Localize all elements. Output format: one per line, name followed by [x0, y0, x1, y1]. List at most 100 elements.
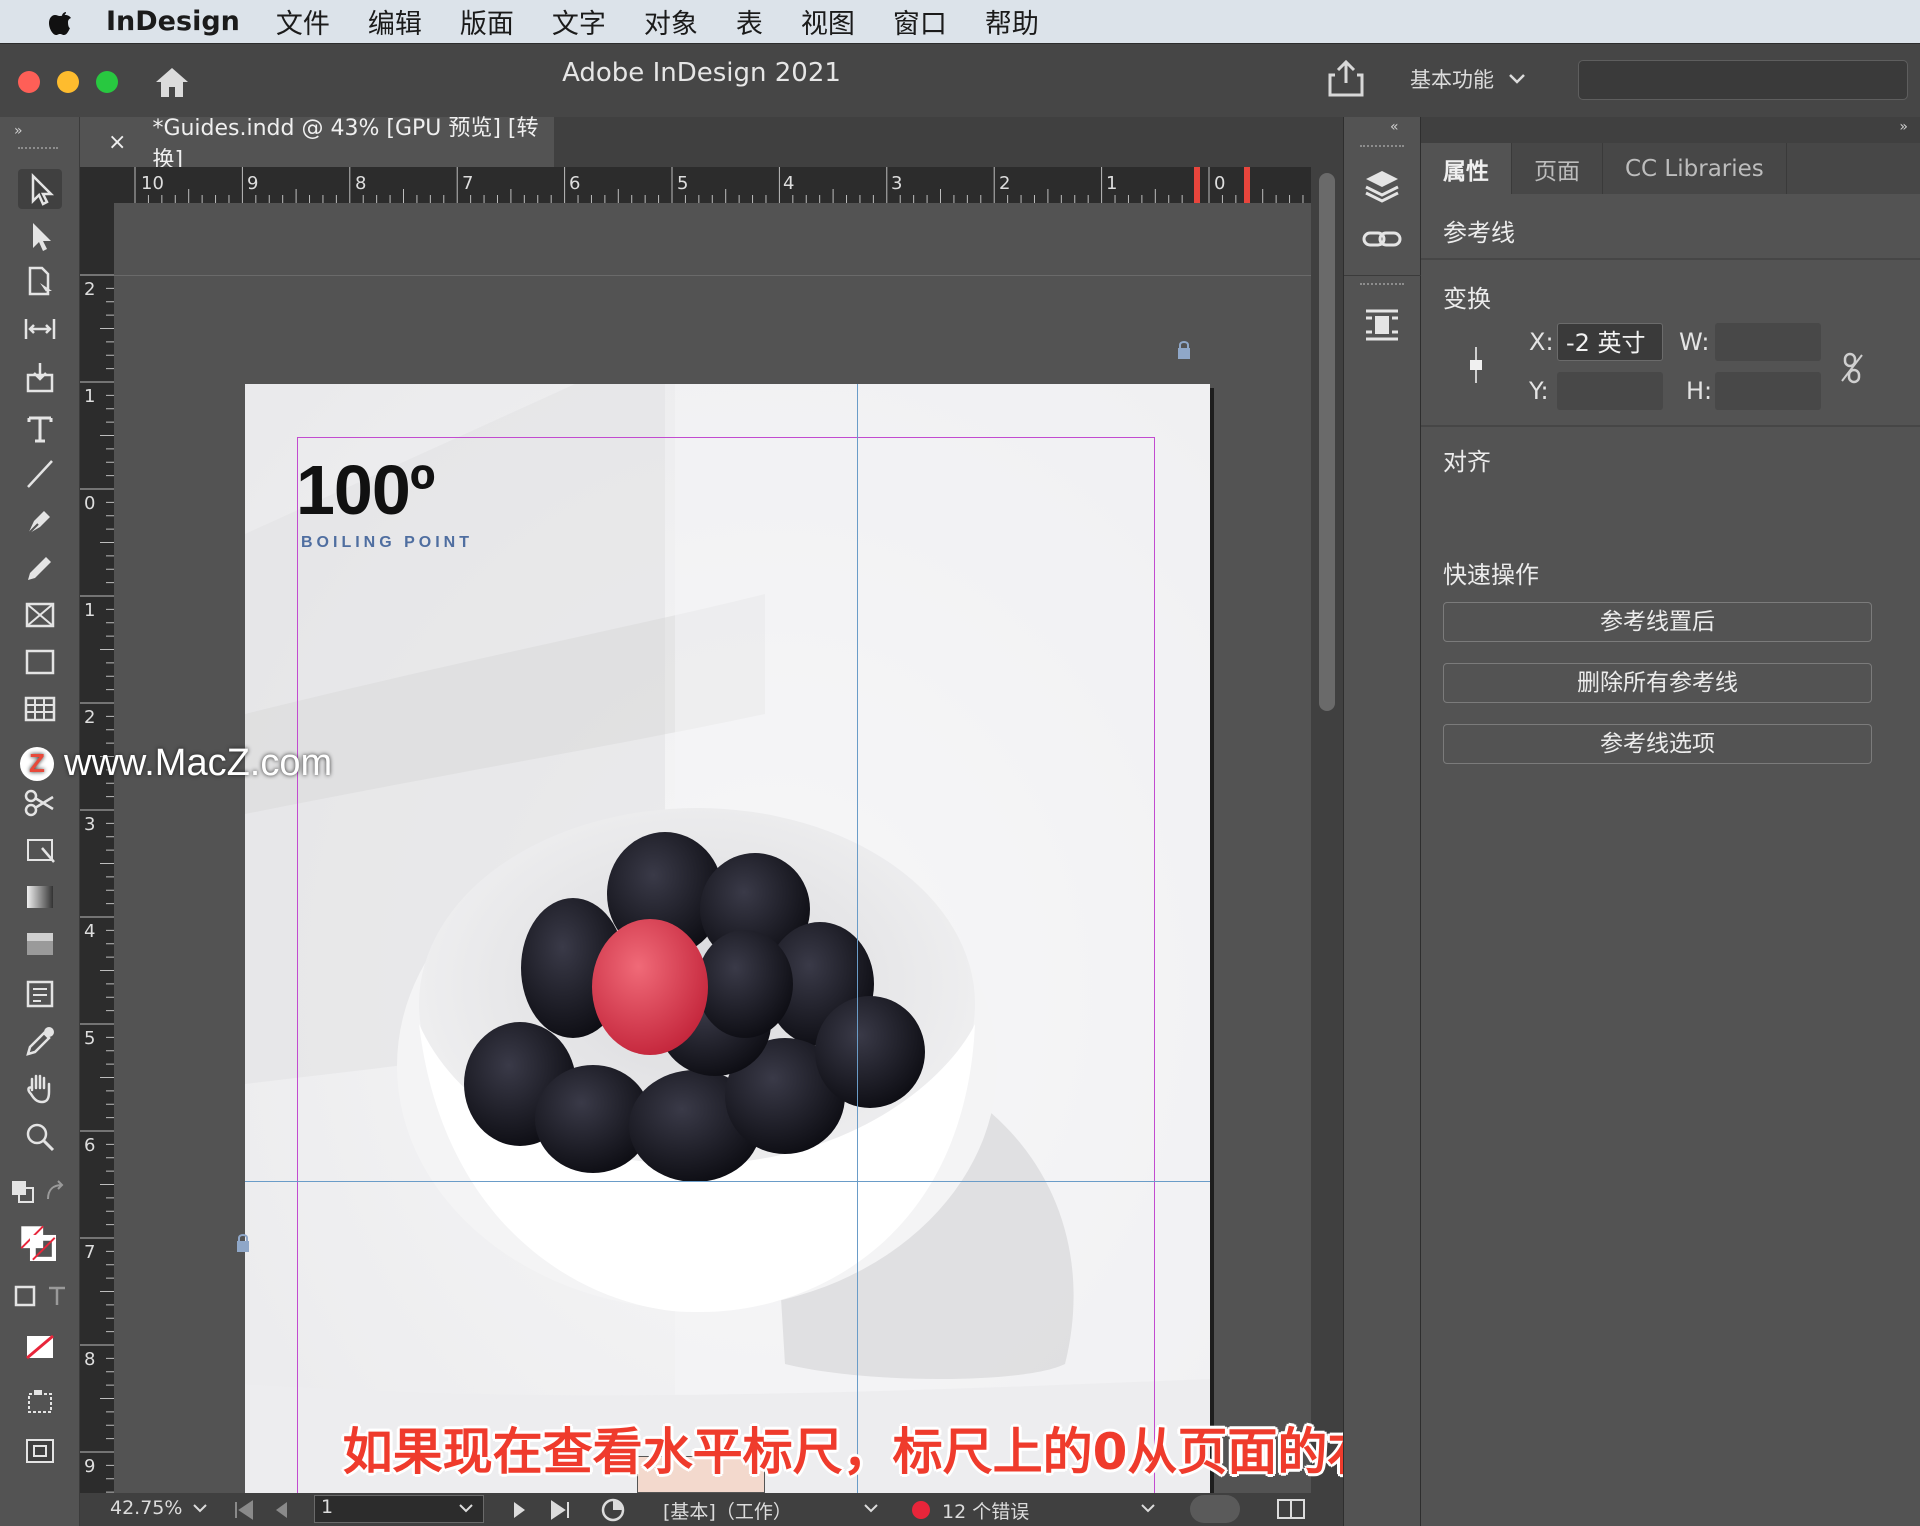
preflight-errors[interactable]: 12 个错误	[942, 1497, 1029, 1524]
menu-type[interactable]: 文字	[552, 2, 606, 41]
rectangle-tool-icon[interactable]	[18, 642, 62, 682]
menu-help[interactable]: 帮助	[985, 2, 1039, 41]
eyedropper-tool-icon[interactable]	[18, 1021, 62, 1061]
ruler-label: 3	[891, 173, 903, 194]
collapse-panel-icon[interactable]: »	[1899, 119, 1908, 135]
text-wrap-icon[interactable]	[1360, 303, 1404, 347]
type-tool-icon[interactable]	[18, 408, 62, 448]
collapse-toolbar-icon[interactable]: »	[14, 123, 23, 139]
x-position-field[interactable]: -2 英寸	[1557, 323, 1663, 361]
section-divider	[1421, 258, 1920, 260]
horizontal-ruler[interactable]: 10 9 8 7 6 5 4 3 2 1 0	[80, 167, 1311, 203]
menu-window[interactable]: 窗口	[893, 2, 947, 41]
lock-icon[interactable]	[235, 1233, 251, 1253]
document-tab[interactable]: × *Guides.indd @ 43% [GPU 预览] [转换]	[80, 116, 554, 173]
pasteboard[interactable]: 100º BOILING POINT	[114, 203, 1311, 1493]
apple-icon[interactable]	[40, 7, 80, 37]
lock-icon[interactable]	[1176, 340, 1192, 360]
previous-page-icon[interactable]	[273, 1500, 289, 1520]
tab-cc-libraries[interactable]: CC Libraries	[1603, 143, 1787, 194]
gap-tool-icon[interactable]	[18, 309, 62, 349]
title-bar: Adobe InDesign 2021 基本功能	[0, 43, 1920, 117]
layers-icon[interactable]	[1360, 165, 1404, 209]
menu-file[interactable]: 文件	[276, 2, 330, 41]
tab-properties[interactable]: 属性	[1421, 143, 1512, 194]
vertical-scrollbar[interactable]	[1311, 167, 1343, 1493]
close-tab-icon[interactable]: ×	[108, 130, 126, 155]
formatting-container-icon[interactable]	[12, 1283, 38, 1309]
direct-selection-tool-icon[interactable]	[18, 216, 62, 256]
properties-panel: » 属性 页面 CC Libraries 参考线 变换 X: -2 英寸 W: …	[1421, 117, 1920, 1526]
workspace-switcher[interactable]: 基本功能	[1410, 64, 1526, 94]
ruler-label: 10	[141, 173, 164, 194]
h-label: H:	[1686, 377, 1713, 405]
horizontal-scrollbar[interactable]	[1190, 1495, 1240, 1523]
rectangle-frame-tool-icon[interactable]	[18, 595, 62, 635]
document-tab-title: *Guides.indd @ 43% [GPU 预览] [转换]	[152, 116, 539, 173]
share-icon[interactable]	[1326, 59, 1366, 99]
swap-colors-icon[interactable]	[42, 1179, 70, 1205]
delete-all-guides-button[interactable]: 删除所有参考线	[1443, 663, 1872, 703]
formatting-text-icon[interactable]	[44, 1283, 70, 1309]
gradient-swatch-tool-icon[interactable]	[18, 877, 62, 917]
section-divider	[1421, 425, 1920, 427]
menu-view[interactable]: 视图	[801, 2, 855, 41]
dock-grip[interactable]	[1360, 145, 1404, 147]
status-bar: 42.75% 1 [基本]（工作） 12 个错误	[80, 1493, 1343, 1526]
width-field[interactable]	[1715, 323, 1821, 361]
reference-point-icon[interactable]	[1465, 345, 1487, 385]
preflight-profile-icon[interactable]	[600, 1497, 630, 1523]
menu-object[interactable]: 对象	[644, 2, 698, 41]
content-collector-tool-icon[interactable]	[18, 357, 62, 397]
height-field[interactable]	[1715, 372, 1821, 410]
page-chevron-down-icon[interactable]	[458, 1503, 474, 1515]
tab-pages[interactable]: 页面	[1512, 143, 1603, 194]
search-input[interactable]	[1578, 60, 1908, 100]
preset-chevron-down-icon[interactable]	[863, 1503, 879, 1515]
preflight-preset[interactable]: [基本]（工作）	[663, 1497, 792, 1524]
pen-tool-icon[interactable]	[18, 501, 62, 541]
scrollbar-thumb[interactable]	[1319, 173, 1335, 711]
gradient-feather-tool-icon[interactable]	[18, 924, 62, 964]
zoom-tool-icon[interactable]	[18, 1117, 62, 1157]
selection-tool-icon[interactable]	[18, 169, 62, 209]
table-tool-icon[interactable]	[18, 689, 62, 729]
fill-stroke-swatch[interactable]	[10, 1215, 66, 1271]
zoom-chevron-down-icon[interactable]	[192, 1503, 208, 1515]
dock-grip[interactable]	[1360, 283, 1404, 285]
menu-layout[interactable]: 版面	[460, 2, 514, 41]
toolbar-grip[interactable]	[18, 147, 58, 151]
menu-table[interactable]: 表	[736, 2, 763, 41]
constrain-proportions-icon[interactable]	[1839, 351, 1865, 385]
guide-options-button[interactable]: 参考线选项	[1443, 724, 1872, 764]
vertical-ruler-guide[interactable]	[857, 384, 858, 1493]
expand-dock-icon[interactable]: «	[1390, 119, 1399, 135]
note-tool-icon[interactable]	[18, 974, 62, 1014]
next-page-icon[interactable]	[512, 1500, 528, 1520]
window-title: Adobe InDesign 2021	[562, 58, 841, 88]
line-tool-icon[interactable]	[18, 454, 62, 494]
default-colors-icon[interactable]	[10, 1179, 38, 1205]
pencil-tool-icon[interactable]	[18, 548, 62, 588]
page-tool-icon[interactable]	[18, 261, 62, 301]
send-guides-to-back-button[interactable]: 参考线置后	[1443, 602, 1872, 642]
y-position-field[interactable]	[1557, 372, 1663, 410]
workspace-label: 基本功能	[1410, 68, 1494, 92]
vertical-ruler[interactable]: 2 1 0 1 2 3 4 5 6 7 8 9	[80, 203, 114, 1493]
hand-tool-icon[interactable]	[18, 1068, 62, 1108]
last-page-icon[interactable]	[549, 1500, 571, 1520]
apply-none-icon[interactable]	[18, 1327, 62, 1367]
scissors-tool-icon[interactable]	[18, 783, 62, 823]
document-page[interactable]: 100º BOILING POINT	[245, 384, 1210, 1493]
errors-chevron-down-icon[interactable]	[1140, 1503, 1156, 1515]
menu-app-name[interactable]: InDesign	[106, 6, 240, 37]
first-page-icon[interactable]	[233, 1500, 255, 1520]
horizontal-ruler-guide[interactable]	[245, 1181, 1210, 1182]
ruler-label: 7	[84, 1242, 96, 1263]
free-transform-tool-icon[interactable]	[18, 830, 62, 870]
links-icon[interactable]	[1360, 217, 1404, 261]
ruler-label: 4	[783, 173, 795, 194]
zoom-level[interactable]: 42.75%	[110, 1497, 182, 1519]
menu-edit[interactable]: 编辑	[368, 2, 422, 41]
split-view-icon[interactable]	[1276, 1497, 1306, 1521]
